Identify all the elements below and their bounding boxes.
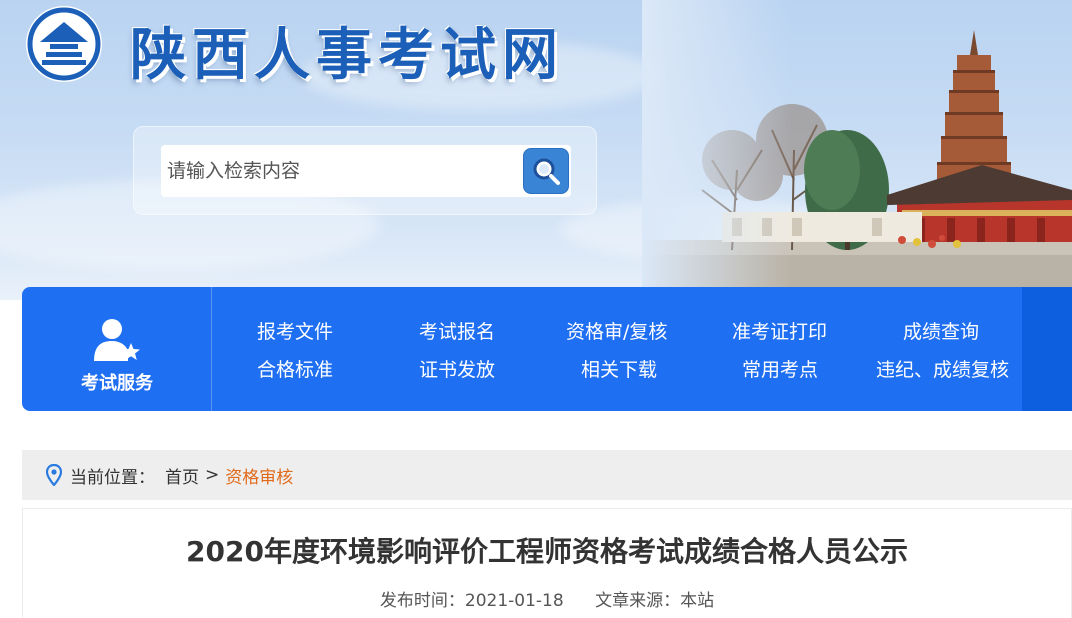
- nav-link-admission-ticket[interactable]: 准考证打印: [732, 317, 827, 344]
- main-nav: 考试服务 报考文件 考试报名 资格审/复核 准考证打印 成绩查询 合格标准 证书…: [22, 287, 1072, 411]
- nav-edge-panel: [1022, 287, 1072, 411]
- nav-link-exam-signup[interactable]: 考试报名: [419, 317, 495, 344]
- nav-link-registration-docs[interactable]: 报考文件: [257, 317, 333, 344]
- breadcrumb-current[interactable]: 资格审核: [225, 463, 293, 488]
- site-title: 陕西人事考试网: [130, 23, 564, 88]
- article-title: 2020年度环境影响评价工程师资格考试成绩合格人员公示: [186, 535, 908, 568]
- article-source: 文章来源：本站: [595, 591, 715, 611]
- nav-link-pass-standard[interactable]: 合格标准: [257, 355, 333, 382]
- exam-service-panel[interactable]: 考试服务: [22, 287, 212, 411]
- header-banner: 陕西人事考试网: [0, 0, 1072, 300]
- search-button[interactable]: [523, 148, 569, 194]
- nav-link-qualification-review[interactable]: 资格审/复核: [566, 317, 667, 344]
- publish-time: 发布时间：2021-01-18: [379, 591, 564, 611]
- nav-link-certificate-issue[interactable]: 证书发放: [419, 355, 495, 382]
- nav-link-violation-review[interactable]: 违纪、成绩复核: [876, 355, 1009, 382]
- nav-link-score-query[interactable]: 成绩查询: [903, 317, 979, 344]
- search-icon: [533, 158, 560, 185]
- article-meta: 发布时间：2021-01-18 文章来源：本站: [22, 586, 1072, 611]
- pagoda-emblem-icon: [26, 6, 102, 82]
- breadcrumb: 当前位置： 首页 > 资格审核: [22, 450, 1072, 500]
- nav-link-exam-sites[interactable]: 常用考点: [742, 355, 818, 382]
- user-star-icon: [94, 319, 140, 361]
- search-input[interactable]: [161, 145, 571, 197]
- pagoda-scene-image: [642, 0, 1072, 300]
- breadcrumb-home-link[interactable]: 首页: [165, 463, 199, 488]
- nav-link-downloads[interactable]: 相关下载: [581, 355, 657, 382]
- breadcrumb-separator: >: [205, 465, 220, 485]
- exam-service-label: 考试服务: [81, 373, 153, 394]
- location-pin-icon: [46, 464, 62, 486]
- breadcrumb-prefix: 当前位置：: [70, 467, 155, 488]
